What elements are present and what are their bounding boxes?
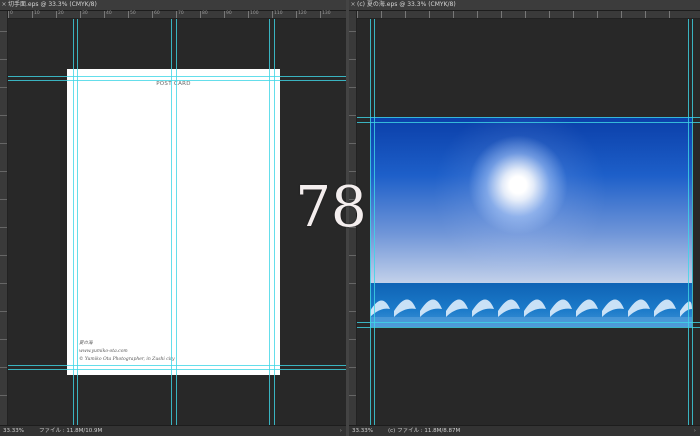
right-document-tab[interactable]: ×(c) 夏の海.eps @ 33.3% (CMYK/8) <box>349 0 700 11</box>
postcard-artboard: POST CARD 夏の海 www.yumiko-ota.com © Yumik… <box>67 69 280 375</box>
page-number: 78 <box>295 175 367 240</box>
ruler-label: 90 <box>226 11 232 16</box>
guide-horizontal[interactable] <box>8 76 346 77</box>
guide-horizontal[interactable] <box>8 369 346 370</box>
right-status-bar: 33.33% (c) ファイル : 11.8M/8.87M › <box>349 425 700 436</box>
left-status-bar: 33.33% ファイル : 11.8M/10.9M › <box>0 425 346 436</box>
file-info[interactable]: (c) ファイル : 11.8M/8.87M <box>388 426 460 436</box>
ruler-label: 50 <box>130 11 136 16</box>
zoom-level[interactable]: 33.33% <box>349 426 378 436</box>
postcard-title: POST CARD <box>156 81 191 87</box>
horizontal-ruler[interactable]: 0 10 20 30 40 50 60 70 80 90 100 110 120… <box>8 11 346 19</box>
ruler-label: 10 <box>34 11 40 16</box>
credit-copyright: © Yumiko Ota Photographer, in Zushi city <box>79 357 175 362</box>
guide-vertical[interactable] <box>374 19 375 426</box>
postcard-credit: 夏の海 www.yumiko-ota.com © Yumiko Ota Phot… <box>79 340 175 364</box>
guide-horizontal[interactable] <box>357 122 700 123</box>
ruler-label: 30 <box>82 11 88 16</box>
guide-horizontal[interactable] <box>357 327 700 328</box>
right-document-window: ×(c) 夏の海.eps @ 33.3% (CMYK/8) 33.33% (c)… <box>349 0 700 436</box>
ruler-label: 20 <box>58 11 64 16</box>
guide-horizontal[interactable] <box>357 117 700 118</box>
left-document-tab[interactable]: ×切手面.eps @ 33.3% (CMYK/8) <box>0 0 346 11</box>
ruler-label: 80 <box>202 11 208 16</box>
chevron-right-icon[interactable]: › <box>694 426 696 436</box>
ruler-label: 60 <box>154 11 160 16</box>
horizontal-ruler[interactable] <box>357 11 700 19</box>
vertical-ruler[interactable] <box>0 11 8 426</box>
right-document-title: (c) 夏の海.eps @ 33.3% (CMYK/8) <box>357 1 456 8</box>
ruler-label: 70 <box>178 11 184 16</box>
credit-title: 夏の海 <box>79 341 93 346</box>
chevron-right-icon[interactable]: › <box>340 426 342 436</box>
close-icon[interactable]: × <box>0 0 8 10</box>
left-document-title: 切手面.eps @ 33.3% (CMYK/8) <box>8 1 97 8</box>
ruler-label: 110 <box>274 11 283 16</box>
ruler-label: 120 <box>298 11 307 16</box>
guide-horizontal[interactable] <box>8 80 346 81</box>
guide-horizontal[interactable] <box>357 322 700 323</box>
guide-vertical[interactable] <box>688 19 689 426</box>
right-canvas[interactable] <box>357 19 700 426</box>
sun-icon <box>468 135 568 235</box>
guide-vertical[interactable] <box>692 19 693 426</box>
ruler-label: 130 <box>322 11 331 16</box>
sea-area <box>370 283 692 327</box>
guide-horizontal[interactable] <box>8 365 346 366</box>
file-info[interactable]: ファイル : 11.8M/10.9M <box>39 426 102 436</box>
ruler-label: 40 <box>106 11 112 16</box>
ruler-label: 100 <box>250 11 259 16</box>
zoom-level[interactable]: 33.33% <box>0 426 29 436</box>
waves-graphic <box>370 299 692 327</box>
close-icon[interactable]: × <box>349 0 357 10</box>
ruler-label: 0 <box>10 11 13 16</box>
credit-url: www.yumiko-ota.com <box>79 349 128 354</box>
summer-sea-photo <box>370 117 692 327</box>
